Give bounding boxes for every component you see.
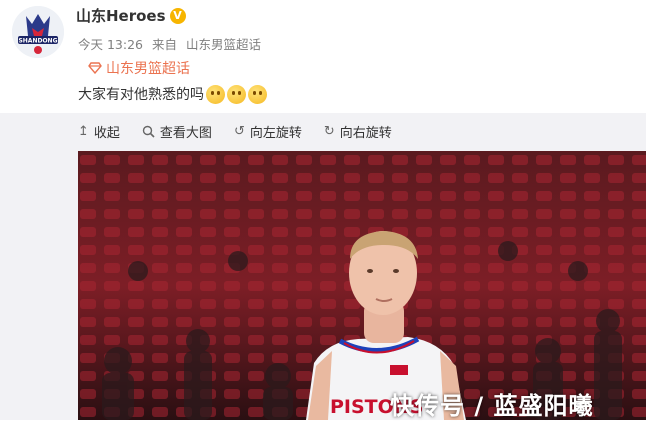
post-photo[interactable]: PISTONS: [78, 151, 646, 420]
image-toolbar: ↥ 收起 查看大图 ↺ 向左旋转 ↻ 向右旋转: [78, 122, 392, 141]
diamond-icon: [88, 62, 102, 74]
post-time[interactable]: 今天 13:26: [78, 37, 143, 52]
collapse-button[interactable]: ↥ 收起: [78, 122, 120, 141]
verified-badge-icon: V: [169, 7, 186, 24]
thinking-emoji-icon: [206, 84, 225, 104]
post-text: 大家有对他熟悉的吗: [78, 87, 204, 103]
team-logo-icon: SHANDONG: [12, 6, 64, 58]
rotate-left-icon: ↺: [233, 124, 245, 139]
collapse-label: 收起: [93, 126, 120, 141]
username-link[interactable]: 山东Heroes V: [76, 5, 186, 26]
zoom-icon: [142, 125, 155, 138]
avatar[interactable]: SHANDONG: [12, 6, 64, 58]
topic-label: 山东男篮超话: [106, 61, 190, 77]
username: 山东Heroes: [76, 7, 166, 25]
basketball-photo: PISTONS: [78, 151, 646, 420]
view-large-button[interactable]: 查看大图: [142, 122, 212, 141]
post-source-link[interactable]: 山东男篮超话: [186, 37, 261, 52]
smile-emoji-icon: [248, 84, 267, 104]
rotate-right-icon: ↻: [323, 124, 335, 139]
rotate-left-label: 向左旋转: [249, 126, 302, 141]
collapse-icon: ↥: [78, 124, 89, 139]
thinking-emoji-icon: [227, 84, 246, 104]
topic-link[interactable]: 山东男篮超话: [88, 58, 190, 78]
post-meta: 今天 13:26 来自 山东男篮超话: [78, 34, 266, 53]
svg-text:SHANDONG: SHANDONG: [18, 38, 57, 45]
rotate-right-button[interactable]: ↻ 向右旋转: [324, 122, 392, 141]
rotate-left-button[interactable]: ↺ 向左旋转: [234, 122, 302, 141]
view-large-label: 查看大图: [159, 126, 212, 141]
post-content: 大家有对他熟悉的吗: [78, 84, 267, 104]
watermark: 快传号 / 蓝盛阳曦: [390, 392, 594, 420]
source-prefix: 来自: [151, 37, 177, 52]
rotate-right-label: 向右旋转: [339, 126, 392, 141]
